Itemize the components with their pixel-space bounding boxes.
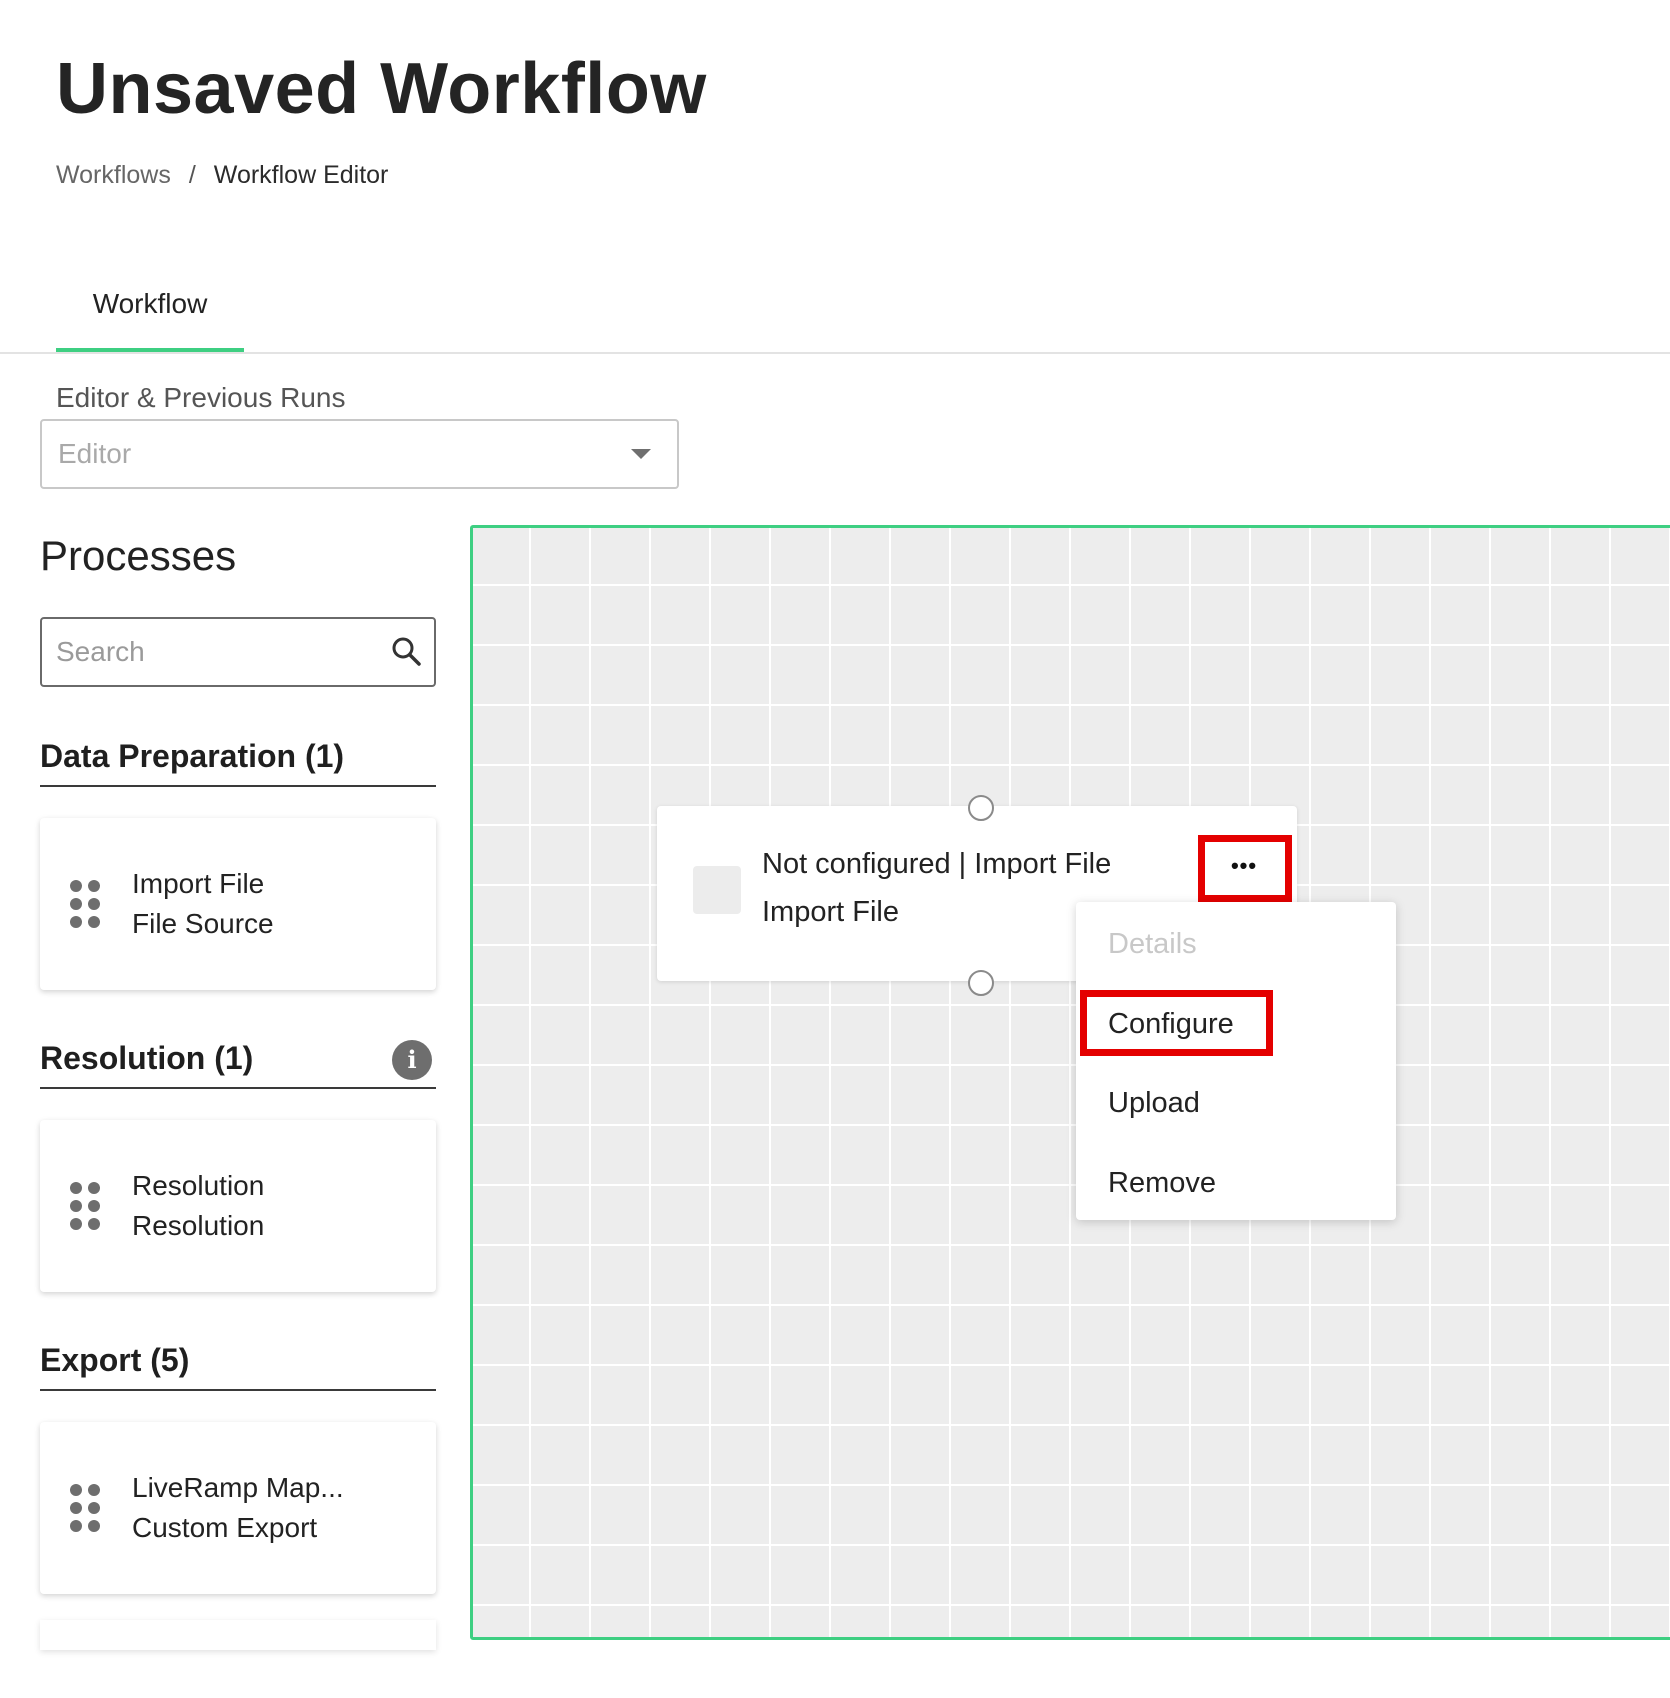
tab-bar: Workflow xyxy=(0,260,1670,354)
runs-select-label: Editor & Previous Runs xyxy=(56,382,346,413)
processes-title: Processes xyxy=(40,532,237,579)
node-input-port[interactable] xyxy=(968,795,994,821)
process-card-resolution[interactable]: Resolution Resolution xyxy=(40,1120,436,1292)
process-card-name: Resolution xyxy=(132,1170,265,1201)
section-title-text: Resolution (1) xyxy=(40,1040,254,1076)
process-card-type: Resolution xyxy=(132,1210,265,1241)
process-card-partial[interactable] xyxy=(40,1620,436,1650)
configure-highlight xyxy=(1080,990,1273,1056)
breadcrumb-workflows-link[interactable]: Workflows xyxy=(56,161,171,190)
info-icon[interactable]: i xyxy=(392,1040,432,1080)
breadcrumb: Workflows / Workflow Editor xyxy=(56,161,388,190)
node-checkbox[interactable] xyxy=(693,866,741,914)
process-card-type: Custom Export xyxy=(132,1512,318,1543)
menu-item-remove[interactable]: Remove xyxy=(1108,1167,1216,1200)
drag-handle-icon[interactable] xyxy=(70,880,102,928)
breadcrumb-current: Workflow Editor xyxy=(213,161,389,189)
process-search-input[interactable]: Search xyxy=(40,617,436,687)
section-export: Export (5) xyxy=(40,1342,436,1391)
drag-handle-icon[interactable] xyxy=(70,1484,102,1532)
menu-item-upload[interactable]: Upload xyxy=(1108,1087,1200,1120)
more-button-highlight xyxy=(1198,835,1292,902)
runs-select[interactable]: Editor xyxy=(40,419,679,489)
section-title-text: Export (5) xyxy=(40,1342,190,1378)
drag-handle-icon[interactable] xyxy=(70,1182,102,1230)
node-title: Not configured | Import File xyxy=(762,848,1112,880)
process-card-name: Import File xyxy=(132,868,265,899)
section-resolution: Resolution (1) i xyxy=(40,1040,436,1089)
section-title-text: Data Preparation (1) xyxy=(40,738,345,774)
page-title: Unsaved Workflow xyxy=(56,49,707,129)
section-data-preparation: Data Preparation (1) xyxy=(40,738,436,787)
process-card-import-file[interactable]: Import File File Source xyxy=(40,818,436,990)
workflow-canvas[interactable] xyxy=(470,525,1670,1640)
search-placeholder: Search xyxy=(56,636,145,667)
caret-down-icon xyxy=(631,449,651,459)
node-output-port[interactable] xyxy=(968,970,994,996)
breadcrumb-separator: / xyxy=(188,161,196,189)
search-icon[interactable] xyxy=(390,635,422,667)
menu-item-details: Details xyxy=(1108,928,1197,960)
node-subtitle: Import File xyxy=(762,896,899,928)
process-card-type: File Source xyxy=(132,908,274,939)
runs-select-value: Editor xyxy=(58,438,132,469)
node-context-menu: Details Configure Upload Remove xyxy=(1076,902,1396,1220)
tab-workflow[interactable]: Workflow xyxy=(56,260,244,352)
process-card-liveramp-map[interactable]: LiveRamp Map... Custom Export xyxy=(40,1422,436,1594)
process-card-name: LiveRamp Map... xyxy=(132,1472,344,1503)
